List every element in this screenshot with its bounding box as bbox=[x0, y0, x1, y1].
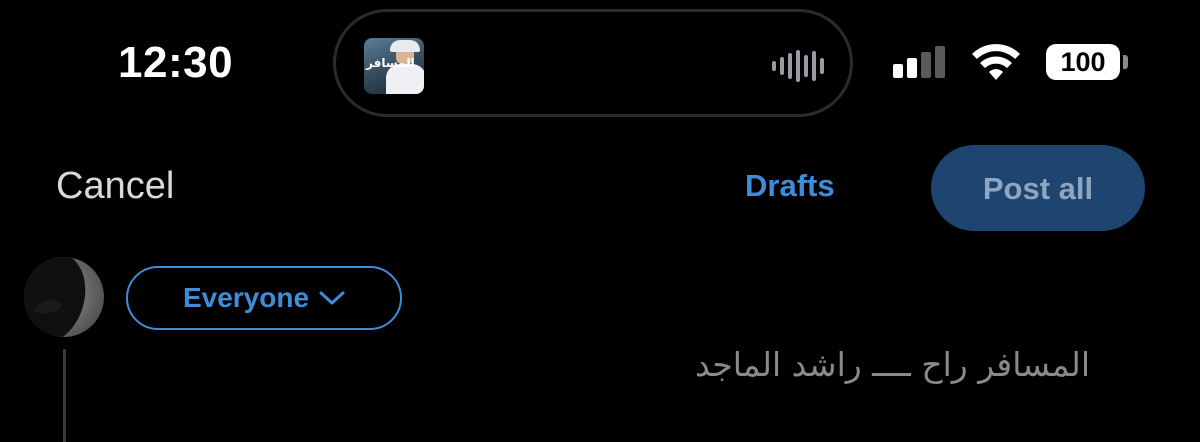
drafts-button[interactable]: Drafts bbox=[745, 168, 835, 204]
album-art-thumbnail: المسافر bbox=[364, 38, 424, 94]
battery-icon: 100 bbox=[1046, 44, 1132, 80]
cellular-signal-icon bbox=[893, 46, 949, 80]
chevron-down-icon bbox=[319, 291, 345, 305]
avatar-hair bbox=[24, 257, 97, 337]
battery-tip bbox=[1123, 55, 1128, 69]
album-art-title: المسافر bbox=[366, 56, 415, 70]
dynamic-island-now-playing[interactable]: المسافر bbox=[333, 9, 853, 117]
audience-selector-button[interactable]: Everyone bbox=[126, 266, 402, 330]
status-bar: 12:30 المسافر 100 bbox=[0, 0, 1200, 130]
album-art-figure-headdress bbox=[390, 40, 420, 52]
status-time: 12:30 bbox=[118, 38, 234, 87]
audio-waveform-icon bbox=[772, 50, 824, 82]
audience-label: Everyone bbox=[182, 282, 310, 313]
post-text-input[interactable]: المسافر راح ــــ راشد الماجد bbox=[620, 345, 1090, 384]
post-all-button[interactable]: Post all bbox=[931, 145, 1145, 231]
cancel-button[interactable]: Cancel bbox=[56, 165, 174, 208]
thread-connector-line bbox=[63, 349, 66, 442]
battery-percentage: 100 bbox=[1046, 44, 1120, 80]
wifi-icon bbox=[972, 44, 1020, 80]
avatar[interactable] bbox=[24, 257, 104, 337]
